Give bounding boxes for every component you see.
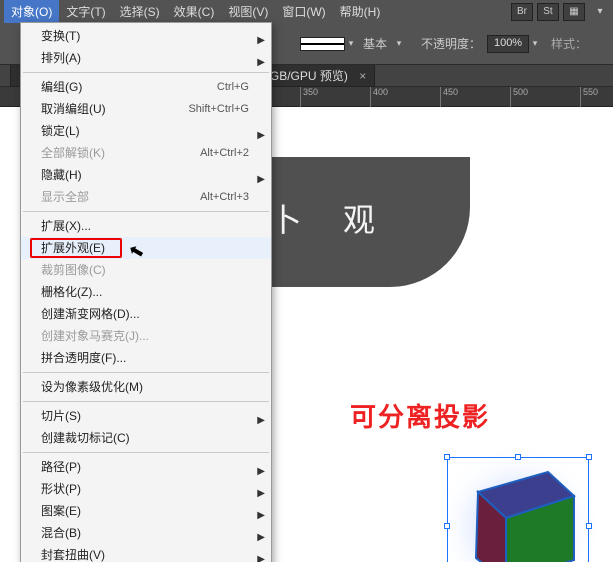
ruler-tick: 350 [300, 87, 318, 107]
menu-item[interactable]: 扩展外观(E) [21, 237, 271, 259]
red-caption: 可分离投影 [350, 397, 490, 434]
menu-item[interactable]: 扩展(X)... [21, 215, 271, 237]
menu-item: 全部解锁(K)Alt+Ctrl+2 [21, 142, 271, 164]
arrange-docs-icon[interactable]: ▦ [563, 3, 585, 21]
opacity-input[interactable]: 100% [487, 35, 529, 53]
menu-item: 创建对象马赛克(J)... [21, 325, 271, 347]
stroke-preview[interactable] [300, 37, 345, 51]
ruler-tick: 400 [370, 87, 388, 107]
menu-separator [23, 372, 269, 373]
selection-handle[interactable] [444, 523, 450, 529]
menu-item[interactable]: 锁定(L)▶ [21, 120, 271, 142]
menu-item: 裁剪图像(C) [21, 259, 271, 281]
close-icon[interactable]: × [359, 69, 366, 83]
menu-item[interactable]: 拼合透明度(F)... [21, 347, 271, 369]
menu-bar: 对象(O) 文字(T) 选择(S) 效果(C) 视图(V) 窗口(W) 帮助(H… [0, 0, 613, 23]
menu-item[interactable]: 图案(E)▶ [21, 500, 271, 522]
selection-handle[interactable] [444, 454, 450, 460]
menu-separator [23, 72, 269, 73]
ruler-tick: 550 [580, 87, 598, 107]
menu-shortcut: Shift+Ctrl+G [188, 98, 249, 120]
menu-item[interactable]: 变换(T)▶ [21, 25, 271, 47]
menu-shortcut: Ctrl+G [217, 76, 249, 98]
menu-item[interactable]: 混合(B)▶ [21, 522, 271, 544]
menu-object[interactable]: 对象(O) [4, 0, 59, 23]
menu-effect[interactable]: 效果(C) [167, 0, 222, 23]
heading-text: 卜 观 [270, 195, 391, 241]
menu-window[interactable]: 窗口(W) [275, 0, 332, 23]
menu-separator [23, 211, 269, 212]
stock-icon[interactable]: St [537, 3, 559, 21]
menu-view[interactable]: 视图(V) [221, 0, 275, 23]
basic-chevron-icon[interactable]: ▾ [393, 38, 405, 49]
menu-item[interactable]: 栅格化(Z)... [21, 281, 271, 303]
submenu-arrow-icon: ▶ [257, 52, 265, 74]
menu-item[interactable]: 路径(P)▶ [21, 456, 271, 478]
basic-label: 基本 [363, 35, 387, 52]
object-menu-dropdown: 变换(T)▶排列(A)▶ 编组(G)Ctrl+G取消编组(U)Shift+Ctrl… [20, 22, 272, 562]
style-label: 样式： [551, 35, 587, 52]
stroke-chevron-icon[interactable]: ▾ [345, 38, 357, 49]
submenu-arrow-icon: ▶ [257, 549, 265, 562]
menu-item[interactable]: 编组(G)Ctrl+G [21, 76, 271, 98]
selection-handle[interactable] [586, 454, 592, 460]
menu-select[interactable]: 选择(S) [113, 0, 167, 23]
menu-item: 显示全部Alt+Ctrl+3 [21, 186, 271, 208]
opacity-label: 不透明度： [421, 35, 481, 52]
menu-item[interactable]: 切片(S)▶ [21, 405, 271, 427]
menu-item[interactable]: 排列(A)▶ [21, 47, 271, 69]
selection-handle[interactable] [515, 454, 521, 460]
selection-bounds[interactable] [447, 457, 589, 562]
bridge-icon[interactable]: Br [511, 3, 533, 21]
menu-separator [23, 452, 269, 453]
menu-item[interactable]: 设为像素级优化(M) [21, 376, 271, 398]
cube-artwork[interactable] [456, 466, 582, 562]
menu-item[interactable]: 隐藏(H)▶ [21, 164, 271, 186]
menu-shortcut: Alt+Ctrl+2 [200, 142, 249, 164]
menu-item[interactable]: 取消编组(U)Shift+Ctrl+G [21, 98, 271, 120]
ruler-tick: 450 [440, 87, 458, 107]
menu-item[interactable]: 封套扭曲(V)▶ [21, 544, 271, 562]
menu-item[interactable]: 创建渐变网格(D)... [21, 303, 271, 325]
menu-item[interactable]: 形状(P)▶ [21, 478, 271, 500]
selection-handle[interactable] [586, 523, 592, 529]
menu-separator [23, 401, 269, 402]
menu-shortcut: Alt+Ctrl+3 [200, 186, 249, 208]
menu-text[interactable]: 文字(T) [59, 0, 112, 23]
ruler-tick: 500 [510, 87, 528, 107]
chevron-down-icon[interactable]: ▾ [589, 3, 611, 21]
menu-item[interactable]: 创建裁切标记(C) [21, 427, 271, 449]
opacity-chevron-icon[interactable]: ▾ [529, 38, 541, 49]
menu-help[interactable]: 帮助(H) [333, 0, 388, 23]
